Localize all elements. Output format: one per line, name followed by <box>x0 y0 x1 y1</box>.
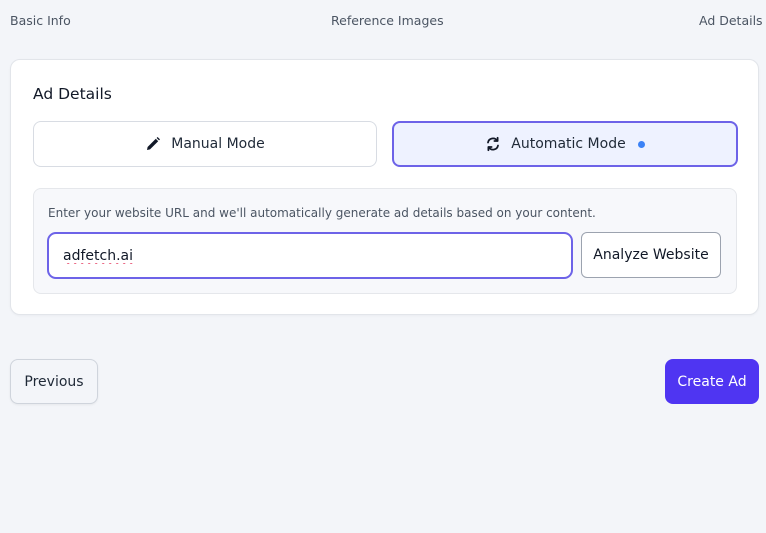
automatic-mode-label: Automatic Mode <box>511 136 626 152</box>
previous-button[interactable]: Previous <box>10 359 98 404</box>
step-label-reference-images: Reference Images <box>331 13 444 28</box>
step-label-ad-details: Ad Details <box>699 13 763 28</box>
stepper: Basic Info Reference Images Ad Details <box>0 0 766 40</box>
helper-text: Enter your website URL and we'll automat… <box>48 206 596 220</box>
active-mode-dot <box>637 140 645 148</box>
step-label-basic-info: Basic Info <box>10 13 71 28</box>
automatic-mode-panel: Enter your website URL and we'll automat… <box>33 188 737 294</box>
pencil-icon <box>145 136 161 152</box>
manual-mode-label: Manual Mode <box>171 136 265 152</box>
card-title: Ad Details <box>33 85 112 103</box>
website-url-input[interactable] <box>47 232 573 279</box>
analyze-website-button[interactable]: Analyze Website <box>581 232 721 278</box>
create-ad-button[interactable]: Create Ad <box>665 359 759 404</box>
automatic-mode-button[interactable]: Automatic Mode <box>392 121 738 167</box>
refresh-icon <box>485 136 501 152</box>
ad-details-card: Ad Details Manual Mode Automatic Mode En… <box>10 59 759 315</box>
manual-mode-button[interactable]: Manual Mode <box>33 121 377 167</box>
